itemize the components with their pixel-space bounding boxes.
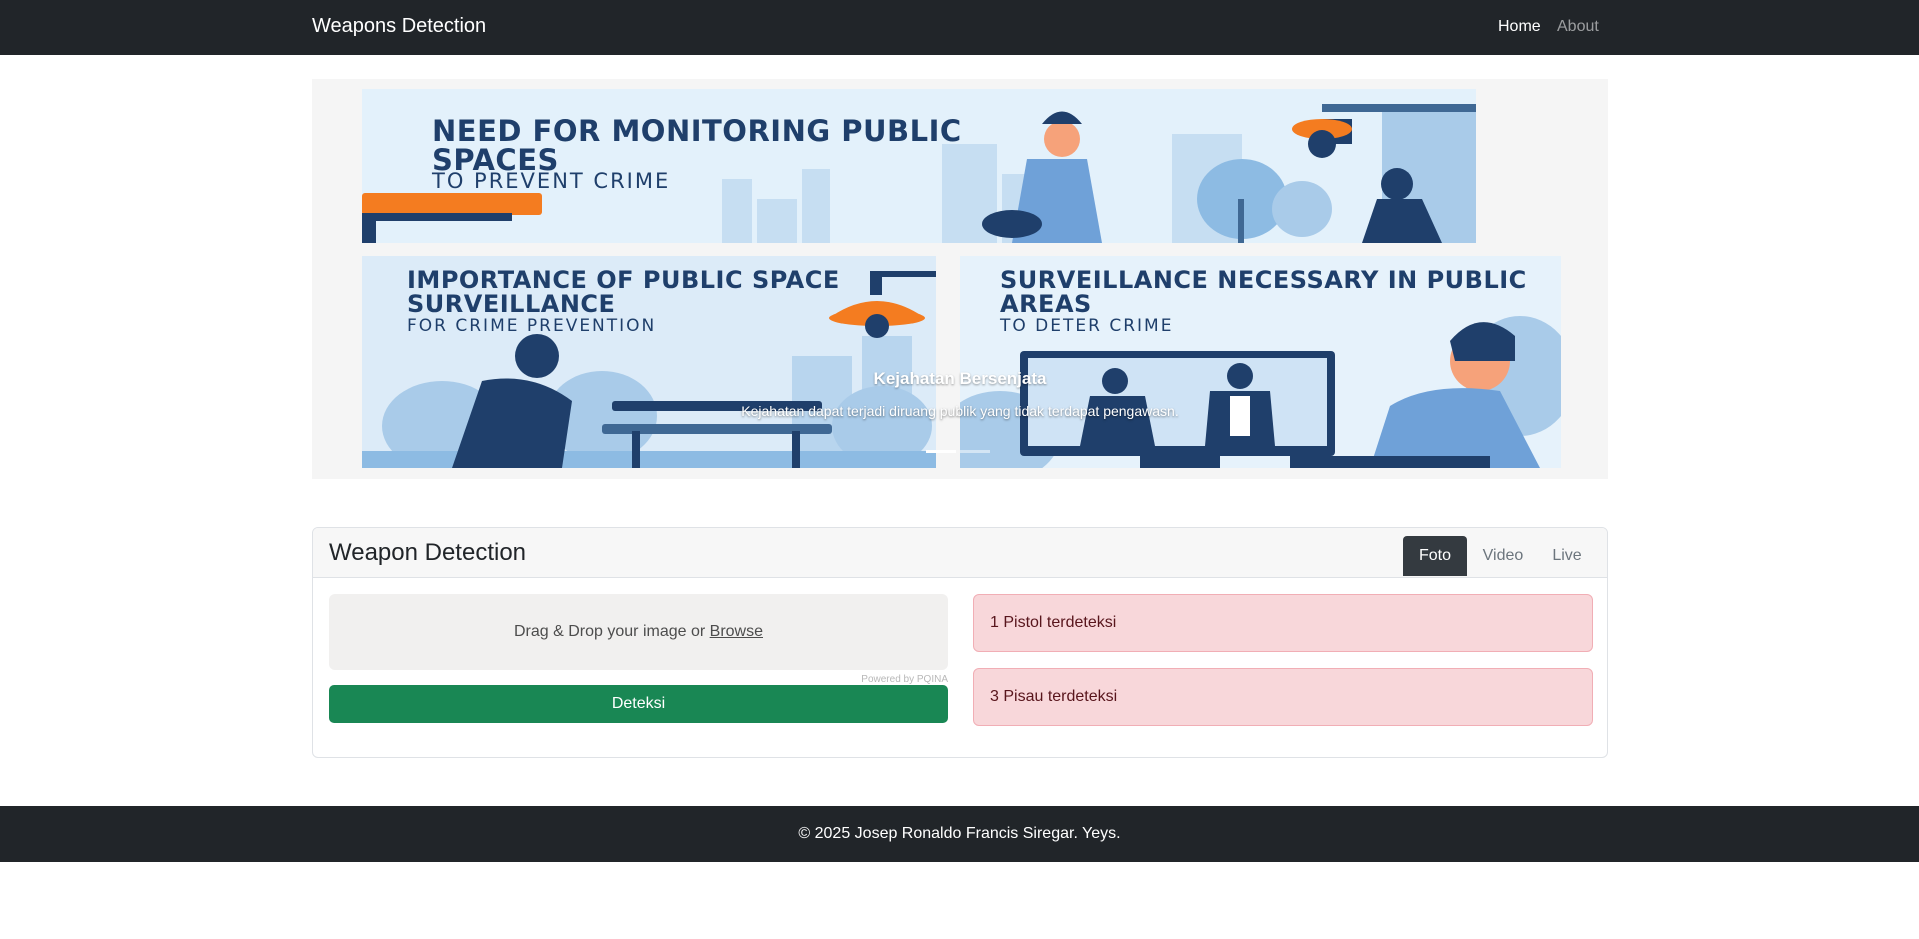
top-navbar: Weapons Detection Home About [0, 0, 1919, 55]
navbar-brand[interactable]: Weapons Detection [312, 15, 486, 38]
poster-headline: SURVEILLANCE NECESSARY IN PUBLIC AREAS [1000, 266, 1527, 318]
card-title: Weapon Detection [329, 539, 527, 566]
poster-public-space-surveillance: IMPORTANCE OF PUBLIC SPACE SURVEILLANCE … [362, 256, 936, 468]
browse-link[interactable]: Browse [710, 623, 763, 640]
poster-headline: NEED FOR MONITORING PUBLIC SPACES [432, 114, 962, 177]
weapon-detection-card: Weapon Detection Foto Video Live Drag & … [312, 527, 1608, 758]
powered-by-credit[interactable]: Powered by PQINA [329, 674, 948, 685]
footer-copyright: © 2025 Josep Ronaldo Francis Siregar. Ye… [798, 825, 1121, 842]
carousel-indicators [926, 450, 994, 454]
carousel-caption-text: Kejahatan dapat terjadi diruang publik y… [741, 403, 1179, 419]
poster-subline: TO DETER CRIME [1000, 316, 1174, 336]
detect-button[interactable]: Deteksi [329, 685, 948, 723]
tab-live[interactable]: Live [1539, 536, 1595, 576]
image-dropzone[interactable]: Drag & Drop your image or Browse [329, 594, 948, 670]
carousel-indicator-2[interactable] [960, 450, 990, 453]
nav-link-home[interactable]: Home [1498, 18, 1541, 36]
card-header: Weapon Detection Foto Video Live [313, 528, 1607, 578]
page-footer: © 2025 Josep Ronaldo Francis Siregar. Ye… [0, 806, 1919, 862]
carousel-indicator-1[interactable] [926, 450, 956, 453]
nav-link-about[interactable]: About [1557, 18, 1599, 36]
poster-surveillance-necessary: SURVEILLANCE NECESSARY IN PUBLIC AREAS T… [960, 256, 1561, 468]
tab-foto[interactable]: Foto [1403, 536, 1467, 576]
hero-carousel[interactable]: NEED FOR MONITORING PUBLIC SPACES TO PRE… [312, 79, 1608, 479]
result-alert-knife: 3 Pisau terdeteksi [973, 668, 1593, 726]
tab-video[interactable]: Video [1467, 536, 1539, 576]
carousel-caption-title: Kejahatan Bersenjata [873, 369, 1047, 388]
dropzone-label: Drag & Drop your image or Browse [329, 623, 948, 641]
poster-subline: FOR CRIME PREVENTION [407, 316, 657, 336]
poster-headline: IMPORTANCE OF PUBLIC SPACE SURVEILLANCE [407, 266, 840, 318]
poster-subline: TO PREVENT CRIME [432, 169, 671, 193]
result-alert-pistol: 1 Pistol terdeteksi [973, 594, 1593, 652]
dropzone-text: Drag & Drop your image or [514, 623, 706, 640]
poster-monitoring-public-spaces: NEED FOR MONITORING PUBLIC SPACES TO PRE… [362, 89, 1476, 243]
